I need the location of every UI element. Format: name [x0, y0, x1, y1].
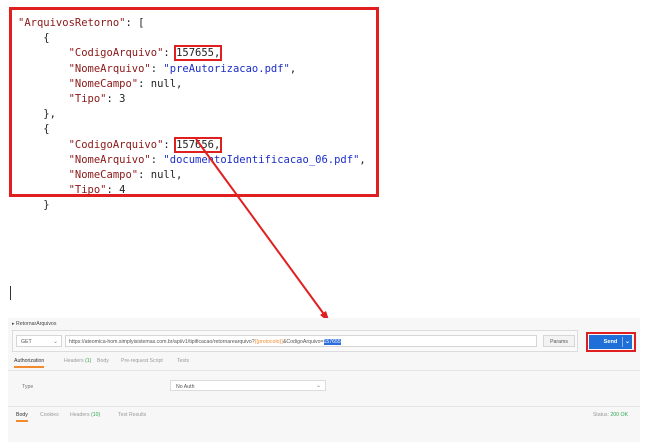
url-query-key: &CodigoArquivo= — [282, 339, 324, 345]
code-token: } — [43, 199, 50, 212]
tab-tests[interactable]: Tests — [177, 358, 189, 364]
divider — [8, 406, 640, 407]
code-token: : null, — [138, 168, 183, 181]
tab-test-results[interactable]: Test Results — [118, 412, 146, 418]
tab-headers[interactable]: Headers (1) — [64, 358, 91, 364]
params-button[interactable]: Params — [543, 335, 575, 347]
highlighted-code-value: 157656, — [174, 136, 223, 153]
code-token: { — [43, 123, 50, 136]
code-token: "preAutorizacao.pdf" — [163, 62, 290, 75]
method-label: GET — [21, 339, 32, 345]
send-highlight-box: Send ⌄ — [586, 332, 636, 352]
code-line: "ArquivosRetorno": [ — [18, 16, 366, 31]
code-token: "documentoIdentificacao_06.pdf" — [163, 153, 360, 166]
code-line: { — [18, 31, 366, 46]
code-token: : 3 — [106, 92, 126, 105]
chevron-down-icon: ⌄ — [52, 339, 58, 345]
send-label: Send — [603, 339, 618, 345]
code-line: "NomeArquivo": "documentoIdentificacao_0… — [18, 153, 366, 168]
status-value: 200 OK — [610, 412, 628, 418]
tab-label: Authorization — [14, 358, 45, 364]
url-selected-value: 157655 — [323, 339, 341, 345]
response-status: Status: 200 OK — [593, 412, 628, 418]
auth-type-select[interactable]: No Auth ⌄ — [170, 380, 326, 391]
url-prefix: https://ateomica-hom.simplyisistemas.com… — [69, 339, 255, 345]
tab-label: Test Results — [118, 412, 147, 418]
request-tab-title[interactable]: ▸ RetornarArquivos — [12, 321, 56, 327]
code-line: }, — [18, 107, 366, 122]
json-code-lines: "ArquivosRetorno": [ { "CodigoArquivo": … — [18, 16, 366, 213]
code-line: "NomeCampo": null, — [18, 168, 366, 183]
tab-cookies[interactable]: Cookies — [40, 412, 59, 418]
code-token: "NomeCampo" — [68, 168, 139, 181]
tab-authorization[interactable]: Authorization — [14, 358, 45, 368]
tab-label: Headers — [70, 412, 92, 418]
chevron-down-icon: ⌄ — [315, 383, 321, 389]
code-line: } — [18, 198, 366, 213]
code-token: }, — [43, 108, 56, 121]
tab-headers[interactable]: Headers (10) — [70, 412, 100, 418]
code-line: "CodigoArquivo": 157655, — [18, 45, 366, 62]
code-token: : — [150, 62, 164, 75]
code-token: "ArquivosRetorno" — [18, 17, 126, 29]
code-token: "Tipo" — [68, 184, 107, 197]
code-token: : [ — [125, 17, 145, 29]
tab-body[interactable]: Body — [16, 412, 28, 422]
code-token: : — [163, 138, 177, 151]
send-divider — [622, 337, 623, 347]
tab-label: Pre-request Script — [121, 358, 163, 364]
code-token: , — [289, 62, 297, 75]
code-token: { — [43, 32, 50, 45]
code-token: "Tipo" — [68, 92, 107, 105]
code-line: { — [18, 122, 366, 137]
code-token: "NomeCampo" — [68, 77, 139, 90]
auth-type-value: No Auth — [176, 384, 195, 390]
json-code-panel: "ArquivosRetorno": [ { "CodigoArquivo": … — [9, 7, 379, 211]
code-token: : 4 — [106, 184, 126, 197]
url-bar: GET ⌄ https://ateomica-hom.simplyisistem… — [12, 330, 578, 352]
auth-type-label: Type — [22, 384, 34, 390]
tab-count-badge: (1) — [85, 358, 92, 364]
tab-pre-request-script[interactable]: Pre-request Script — [121, 358, 163, 364]
code-token: "NomeArquivo" — [68, 62, 151, 75]
code-token: : null, — [138, 77, 183, 90]
tab-label: Body — [16, 412, 28, 418]
code-line: "CodigoArquivo": 157656, — [18, 136, 366, 153]
code-token: : — [150, 153, 164, 166]
url-input[interactable]: https://ateomica-hom.simplyisistemas.com… — [65, 335, 537, 347]
method-select[interactable]: GET ⌄ — [16, 335, 62, 347]
tab-body[interactable]: Body — [97, 358, 109, 364]
code-token: "CodigoArquivo" — [68, 47, 164, 60]
request-builder: ▸ RetornarArquivos GET ⌄ https://ateomic… — [8, 318, 640, 442]
tab-label: Tests — [177, 358, 190, 364]
text-cursor — [10, 286, 11, 300]
code-token: : — [163, 47, 177, 60]
tab-label: Headers — [64, 358, 86, 364]
divider — [8, 370, 640, 371]
tab-count-badge: (10) — [91, 412, 101, 418]
highlighted-code-value: 157655, — [174, 45, 223, 62]
code-line: "NomeCampo": null, — [18, 77, 366, 92]
chevron-down-icon[interactable]: ⌄ — [625, 338, 630, 345]
status-label: Status: — [592, 412, 611, 418]
tab-label: Body — [97, 358, 109, 364]
code-line: "Tipo": 3 — [18, 92, 366, 107]
code-token: "NomeArquivo" — [68, 153, 151, 166]
url-variable: {{protocolo}} — [254, 339, 283, 345]
code-line: "Tipo": 4 — [18, 183, 366, 198]
code-line: "NomeArquivo": "preAutorizacao.pdf", — [18, 62, 366, 77]
code-token: "CodigoArquivo" — [68, 138, 164, 151]
code-token: , — [359, 153, 366, 166]
tab-label: Cookies — [40, 412, 59, 418]
send-button[interactable]: Send ⌄ — [589, 335, 632, 349]
